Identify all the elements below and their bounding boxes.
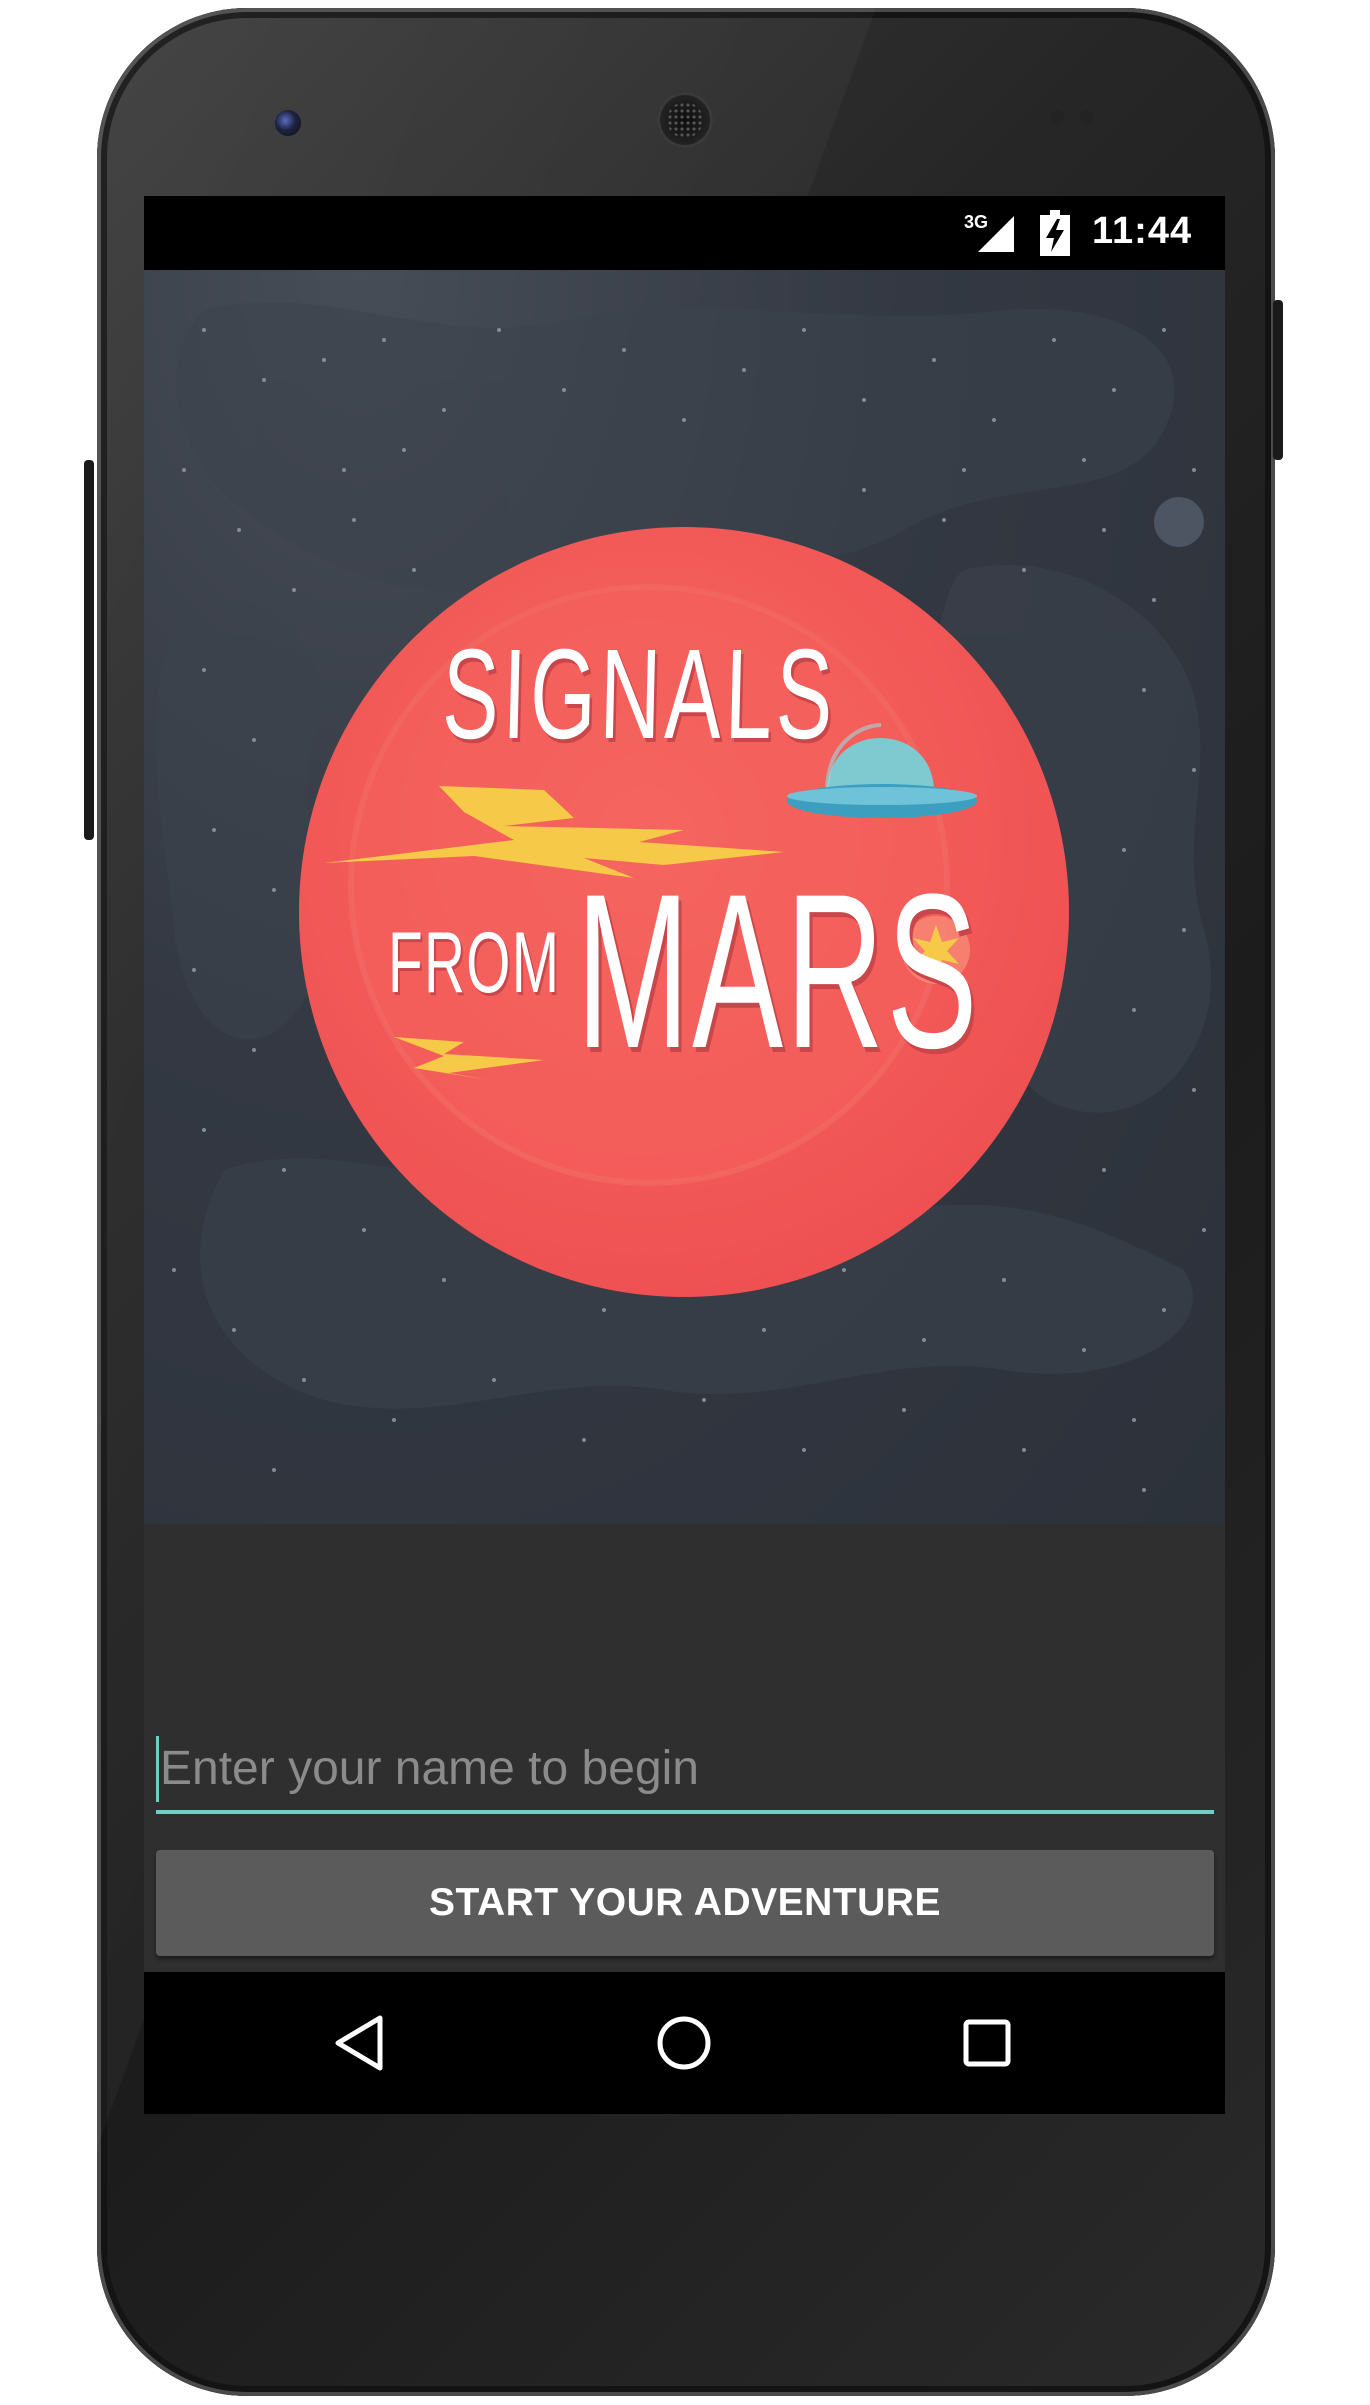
moon [1154,497,1204,547]
home-circle-icon [657,2016,711,2070]
device-screen: 3G 11:44 SIGNALS FROM MARS Enter your na… [144,196,1225,2114]
status-bar: 3G 11:44 [144,196,1225,270]
front-camera [275,110,301,136]
back-triangle-icon [335,2015,383,2071]
hero-illustration: SIGNALS FROM MARS [144,270,1225,1524]
logo-title-mars: MARS [576,848,981,1094]
recents-button[interactable] [944,2000,1030,2086]
text-caret [156,1736,159,1802]
logo-title-from: FROM [388,915,561,1011]
volume-button [84,460,94,840]
home-button[interactable] [641,2000,727,2086]
back-button[interactable] [318,2000,404,2086]
signal-icon [978,216,1014,252]
logo-title-signals: SIGNALS [440,623,839,766]
start-adventure-button[interactable]: START YOUR ADVENTURE [156,1850,1214,1956]
name-input-container [156,1726,1214,1814]
power-button [1273,300,1283,460]
recents-square-icon [963,2019,1011,2067]
earpiece-speaker [657,92,713,148]
navigation-bar [144,1972,1225,2114]
battery-charging-icon [1040,210,1070,256]
proximity-sensors [1050,110,1110,126]
status-clock: 11:44 [1092,210,1193,252]
name-input[interactable] [156,1726,1214,1810]
